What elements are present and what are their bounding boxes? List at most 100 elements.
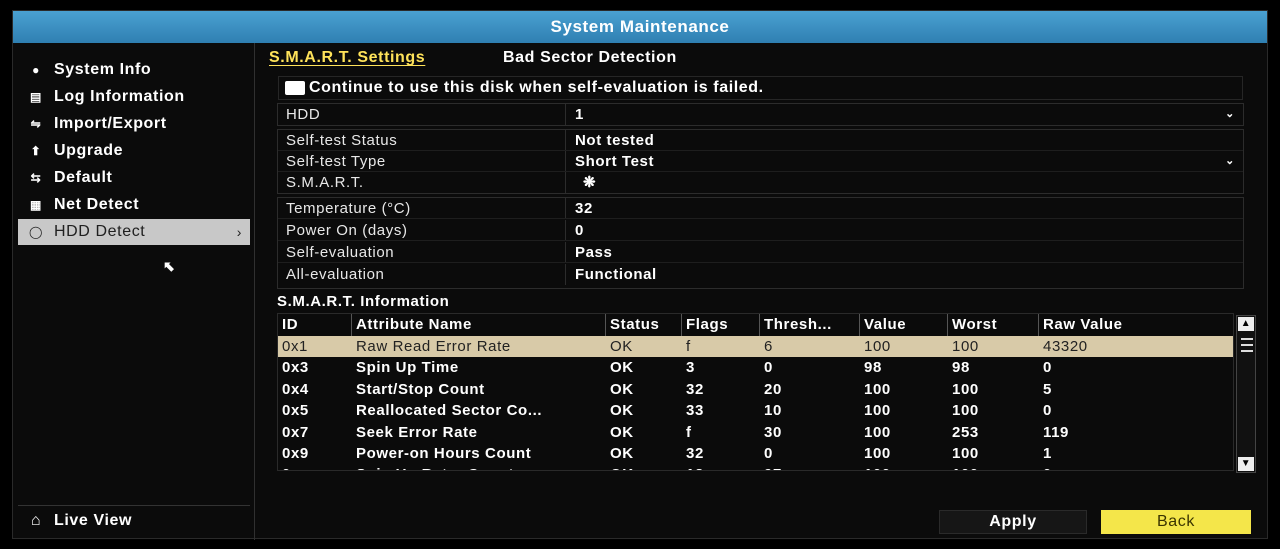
power-on-row: Power On (days) 0	[278, 220, 1243, 241]
column-header-flags[interactable]: Flags	[682, 314, 760, 336]
table-header: ID Attribute Name Status Flags Thresh...…	[278, 314, 1233, 336]
sidebar-item-label: HDD Detect	[54, 223, 146, 240]
cell-value: 100	[864, 445, 891, 462]
cell-threshold: 0	[764, 359, 773, 377]
cell-attribute-name: Spin Up Retry Count	[352, 464, 606, 470]
sidebar-item-import-export[interactable]: ⇋ Import/Export	[18, 111, 250, 137]
sidebar: ● System Info ▤ Log Information ⇋ Import…	[13, 43, 255, 540]
cell-value: 100	[864, 338, 891, 355]
sidebar-item-upgrade[interactable]: ⬆ Upgrade	[18, 138, 250, 164]
chevron-down-icon[interactable]: ⌄	[1225, 104, 1235, 125]
self-evaluation-row: Self-evaluation Pass	[278, 242, 1243, 263]
chevron-down-icon[interactable]: ⌄	[1225, 151, 1235, 172]
cell-threshold: 20	[764, 380, 782, 398]
smart-row: S.M.A.R.T. ❋	[278, 172, 1243, 193]
sidebar-item-system-info[interactable]: ● System Info	[18, 57, 250, 83]
power-on-value: 0	[575, 222, 584, 239]
column-header-raw-value[interactable]: Raw Value	[1039, 314, 1229, 336]
sidebar-item-label: System Info	[54, 61, 152, 78]
table-row[interactable]: 0x4 Start/Stop Count OK 32 20 100 100 5	[278, 379, 1233, 400]
scroll-up-icon[interactable]: ▲	[1238, 317, 1254, 331]
home-icon: ⌂	[30, 511, 42, 529]
chevron-right-icon: ›	[236, 224, 242, 240]
self-test-type-select[interactable]: Short Test	[575, 151, 654, 172]
smart-information-title: S.M.A.R.T. Information	[277, 293, 450, 310]
cell-raw-value: 0	[1043, 402, 1052, 420]
table-row[interactable]: 0x3 Spin Up Time OK 3 0 98 98 0	[278, 357, 1233, 378]
table-row[interactable]: 0x7 Seek Error Rate OK f 30 100 253 119	[278, 422, 1233, 443]
divider	[565, 130, 566, 150]
table-row[interactable]: 0x1 Raw Read Error Rate OK f 6 100 100 43320	[278, 336, 1233, 357]
sidebar-item-label: Default	[54, 169, 113, 186]
cell-worst: 98	[952, 359, 970, 377]
cell-raw-value: 119	[1043, 423, 1069, 441]
column-header-attribute-name[interactable]: Attribute Name	[352, 314, 606, 336]
temperature-label: Temperature (°C)	[286, 200, 411, 217]
cell-flags: 32	[686, 445, 704, 462]
live-view-button[interactable]: ⌂ Live View	[18, 505, 250, 535]
cell-id: 0x1	[282, 338, 308, 355]
continue-checkbox-label: Continue to use this disk when self-eval…	[309, 79, 764, 96]
column-header-value[interactable]: Value	[860, 314, 948, 336]
sidebar-item-net-detect[interactable]: ▦ Net Detect	[18, 192, 250, 218]
cell-id: 0x4	[282, 380, 309, 398]
cell-worst: 100	[952, 402, 979, 420]
temperature-row: Temperature (°C) 32	[278, 198, 1243, 219]
sidebar-item-default[interactable]: ⇆ Default	[18, 165, 250, 191]
hdd-row[interactable]: HDD 1 ⌄	[278, 104, 1243, 125]
cell-raw-value: 1	[1043, 445, 1052, 462]
cell-status: OK	[610, 402, 634, 420]
hdd-select[interactable]: 1	[575, 104, 584, 125]
apply-button[interactable]: Apply	[939, 510, 1087, 534]
window-title: System Maintenance	[13, 11, 1267, 43]
divider	[565, 198, 566, 218]
divider	[565, 242, 566, 262]
table-row[interactable]: 0x5 Reallocated Sector Co... OK 33 10 100 100 0	[278, 400, 1233, 421]
column-header-status[interactable]: Status	[606, 314, 682, 336]
table-scrollbar[interactable]: ▲ ▼	[1236, 315, 1256, 473]
hdd-icon: ◯	[28, 225, 44, 239]
scroll-down-icon[interactable]: ▼	[1238, 457, 1254, 471]
cell-id: 0x3	[282, 359, 309, 377]
cell-status: OK	[606, 464, 682, 470]
back-button[interactable]: Back	[1101, 510, 1251, 534]
main-content: S.M.A.R.T. Settings Bad Sector Detection…	[269, 43, 1269, 540]
sidebar-item-log-information[interactable]: ▤ Log Information	[18, 84, 250, 110]
evaluation-group: Temperature (°C) 32 Power On (days) 0 Se…	[277, 197, 1244, 289]
all-evaluation-value: Functional	[575, 266, 657, 283]
tab-smart-settings[interactable]: S.M.A.R.T. Settings	[269, 49, 425, 67]
sidebar-item-hdd-detect[interactable]: ◯ HDD Detect ›	[18, 219, 250, 245]
sidebar-item-label: Import/Export	[54, 115, 167, 132]
upgrade-icon: ⬆	[30, 144, 42, 158]
continue-checkbox[interactable]	[285, 81, 305, 95]
column-header-id[interactable]: ID	[278, 314, 352, 336]
cell-raw-value: 5	[1043, 380, 1052, 398]
cell-status: OK	[610, 445, 634, 462]
info-icon: ●	[32, 63, 40, 77]
table-row[interactable]: 0x9 Power-on Hours Count OK 32 0 100 100 1	[278, 443, 1233, 464]
cell-value: 100	[864, 402, 891, 420]
cell-flags: f	[686, 423, 692, 441]
continue-on-failure-option[interactable]: Continue to use this disk when self-eval…	[278, 76, 1243, 100]
self-test-status-label: Self-test Status	[286, 132, 398, 149]
cell-status: OK	[610, 380, 634, 398]
all-evaluation-label: All-evaluation	[286, 266, 385, 283]
column-header-worst[interactable]: Worst	[948, 314, 1039, 336]
tab-bad-sector-detection[interactable]: Bad Sector Detection	[503, 49, 677, 67]
table-row[interactable]: 0xaSpin Up Retry CountOK13971001000	[278, 464, 1233, 470]
self-evaluation-label: Self-evaluation	[286, 244, 395, 261]
hdd-group: HDD 1 ⌄	[277, 103, 1244, 126]
default-icon: ⇆	[30, 171, 42, 185]
column-header-threshold[interactable]: Thresh...	[760, 314, 860, 336]
cell-value: 98	[864, 359, 882, 377]
cell-threshold: 0	[764, 445, 773, 462]
self-test-type-row[interactable]: Self-test Type Short Test ⌄	[278, 151, 1243, 172]
cell-id: 0xa	[278, 464, 352, 470]
smart-information-table[interactable]: ID Attribute Name Status Flags Thresh...…	[277, 313, 1234, 471]
scroll-thumb[interactable]	[1241, 338, 1253, 352]
gear-icon[interactable]: ❋	[583, 172, 596, 193]
cell-attribute-name: Power-on Hours Count	[356, 445, 532, 462]
log-icon: ▤	[30, 90, 42, 104]
cell-value: 100	[860, 464, 948, 470]
cell-attribute-name: Start/Stop Count	[356, 380, 485, 398]
